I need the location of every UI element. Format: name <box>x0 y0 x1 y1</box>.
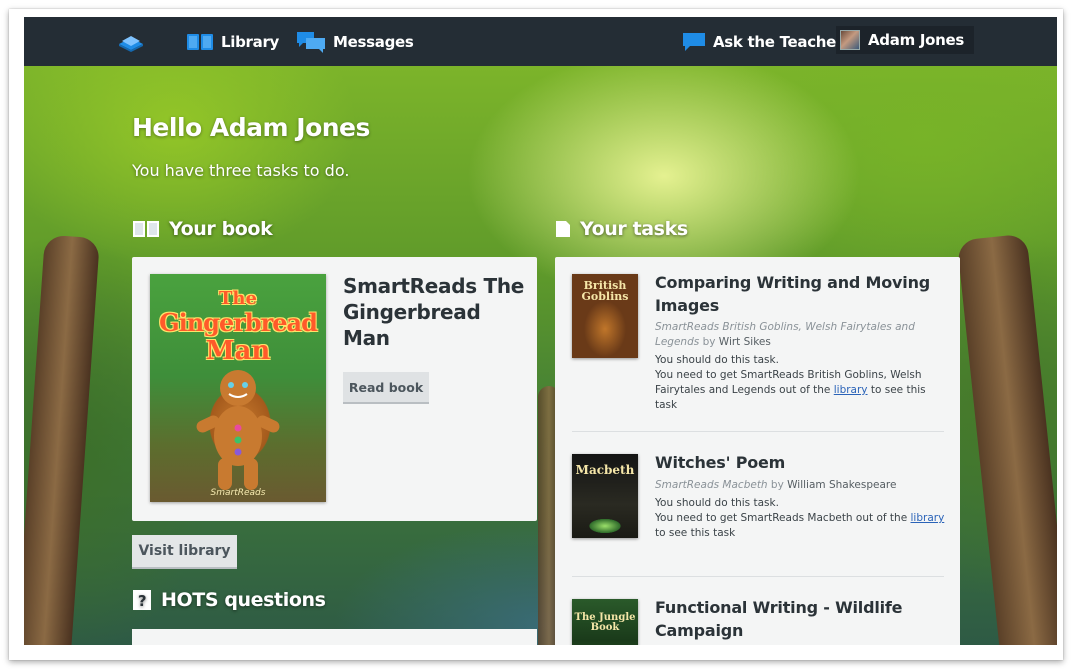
nav-messages-label: Messages <box>333 32 414 51</box>
book-cover-image[interactable]: The Gingerbread Man SmartReads <box>150 274 326 502</box>
book-title[interactable]: SmartReads The Gingerbread Man <box>343 273 528 351</box>
your-tasks-heading: Your tasks <box>555 218 688 240</box>
task-author: Wirt Sikes <box>718 336 771 348</box>
your-tasks-card: British Goblins Comparing Writing and Mo… <box>555 257 960 645</box>
svg-text:?: ? <box>138 592 146 610</box>
window-frame: Library Messages Ask the Teacher Adam Jo… <box>9 9 1063 660</box>
hots-heading-text: HOTS questions <box>161 589 326 611</box>
gingerbread-man-illustration <box>196 370 280 490</box>
nav-library-link[interactable]: Library <box>186 17 279 66</box>
home-logo-link[interactable] <box>117 17 152 66</box>
task-divider <box>572 431 944 432</box>
document-icon <box>556 221 570 237</box>
task-requirement: You need to get SmartReads British Gobli… <box>655 368 950 413</box>
nav-messages-link[interactable]: Messages <box>296 17 414 66</box>
your-book-heading-text: Your book <box>169 218 273 240</box>
library-link[interactable]: library <box>911 512 945 524</box>
user-name: Adam Jones <box>868 31 964 49</box>
task-status: You should do this task. <box>655 497 779 509</box>
thumb-title: British Goblins <box>581 279 629 303</box>
avatar <box>840 30 860 50</box>
cover-title-line: Man <box>205 336 271 366</box>
nav-ask-teacher-label: Ask the Teacher <box>713 32 844 51</box>
tree-trunk <box>24 234 100 645</box>
task-book-thumbnail[interactable]: British Goblins <box>572 274 638 358</box>
thumb-title: Macbeth <box>575 463 635 477</box>
task-book-meta: SmartReads Macbeth by William Shakespear… <box>655 478 945 493</box>
tree-trunk <box>956 233 1057 645</box>
page-title: Hello Adam Jones <box>132 113 370 142</box>
task-book-name: SmartReads Macbeth <box>655 479 768 491</box>
thumb-title: The Jungle Book <box>574 612 636 633</box>
task-divider <box>572 576 944 577</box>
open-book-icon <box>133 221 159 237</box>
speech-bubble-icon <box>683 32 705 51</box>
task-book-thumbnail[interactable]: The Jungle Book <box>572 599 638 645</box>
user-menu[interactable]: Adam Jones <box>836 26 974 54</box>
page-subtitle: You have three tasks to do. <box>132 161 350 180</box>
chat-bubbles-icon <box>297 31 325 53</box>
your-tasks-heading-text: Your tasks <box>580 218 688 240</box>
task-by: by <box>699 336 719 348</box>
book-open-icon <box>187 33 213 50</box>
library-link[interactable]: library <box>834 384 868 396</box>
app-screen: Library Messages Ask the Teacher Adam Jo… <box>24 17 1057 645</box>
read-book-button[interactable]: Read book <box>343 372 429 404</box>
task-status: You should do this task. <box>655 354 779 366</box>
visit-library-button[interactable]: Visit library <box>132 535 237 569</box>
hots-heading: ? HOTS questions <box>132 589 326 611</box>
task-book-thumbnail[interactable]: Macbeth <box>572 454 638 538</box>
top-navbar: Library Messages Ask the Teacher Adam Jo… <box>24 17 1057 66</box>
cover-brand: SmartReads <box>210 488 266 498</box>
nav-library-label: Library <box>221 32 280 51</box>
task-book-name: SmartReads British Goblins, Welsh Fairyt… <box>655 321 915 348</box>
cover-title-line: The <box>219 288 257 309</box>
cover-title-line: Gingerbread <box>159 308 318 337</box>
nav-ask-teacher-link[interactable]: Ask the Teacher <box>682 17 843 66</box>
hots-card <box>132 629 537 645</box>
task-requirement-suffix: to see this task <box>655 527 736 539</box>
task-author: William Shakespeare <box>787 479 897 491</box>
task-title[interactable]: Comparing Writing and Moving Images <box>655 271 945 317</box>
task-title[interactable]: Witches' Poem <box>655 451 945 474</box>
book-logo-icon <box>119 35 143 52</box>
your-book-heading: Your book <box>132 218 273 240</box>
task-requirement-text: You need to get SmartReads Macbeth out o… <box>655 512 911 524</box>
task-requirement: You need to get SmartReads Macbeth out o… <box>655 511 950 541</box>
question-box-icon: ? <box>133 590 151 610</box>
task-book-meta: SmartReads British Goblins, Welsh Fairyt… <box>655 320 945 350</box>
task-title[interactable]: Functional Writing - Wildlife Campaign <box>655 596 945 642</box>
task-by: by <box>767 479 788 491</box>
your-book-card: The Gingerbread Man SmartReads SmartRead… <box>132 257 537 521</box>
